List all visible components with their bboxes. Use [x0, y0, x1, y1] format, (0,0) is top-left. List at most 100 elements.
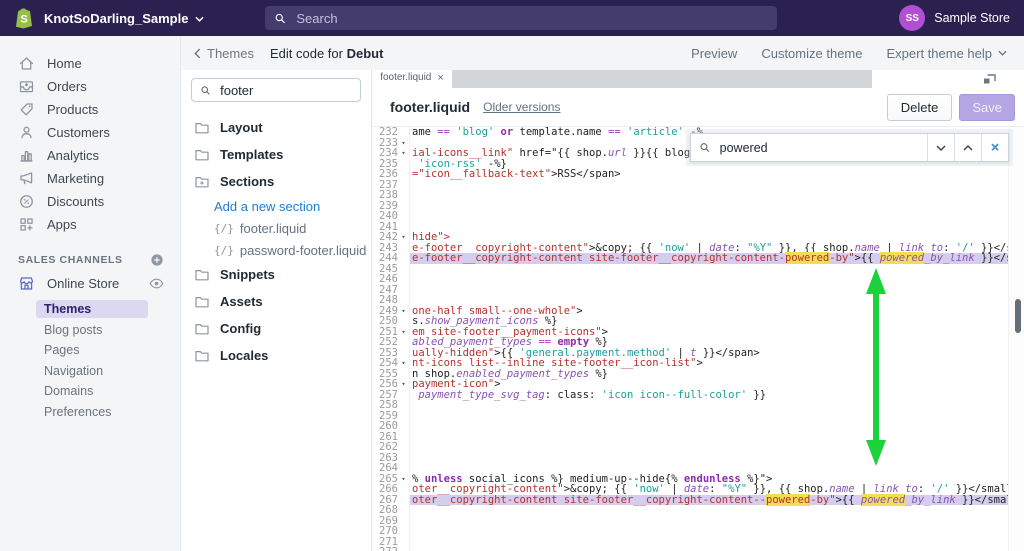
line-number: 254 [379, 357, 398, 369]
tab-footer-liquid[interactable]: footer.liquid × [372, 70, 452, 88]
code-line-270[interactable]: 270 [372, 526, 1024, 537]
fold-arrow-icon[interactable]: ▾ [398, 379, 410, 390]
folder-snippets[interactable]: Snippets [181, 261, 371, 288]
sidebar-item-label: Orders [47, 79, 87, 94]
expand-editor-button[interactable] [983, 73, 996, 85]
code-line-245[interactable]: 245 [372, 263, 1024, 274]
sidebar-item-navigation[interactable]: Navigation [36, 361, 170, 382]
code-line-261[interactable]: 261 [372, 431, 1024, 442]
global-search[interactable] [265, 6, 777, 30]
account-menu[interactable]: SS Sample Store [899, 5, 1010, 31]
save-button[interactable]: Save [959, 93, 1015, 121]
folder-templates[interactable]: Templates [181, 141, 371, 168]
fold-arrow-icon[interactable]: ▾ [398, 473, 410, 484]
code-line-259[interactable]: 259 [372, 410, 1024, 421]
older-versions-link[interactable]: Older versions [483, 100, 560, 114]
global-search-input[interactable] [294, 9, 768, 27]
folder-layout[interactable]: Layout [181, 114, 371, 141]
line-number: 272 [372, 547, 398, 551]
sidebar-item-orders[interactable]: Orders [0, 75, 180, 98]
code-line-260[interactable]: 260 [372, 421, 1024, 432]
expert-theme-help-link[interactable]: Expert theme help [886, 46, 1007, 61]
folder-assets[interactable]: Assets [181, 288, 371, 315]
breadcrumb: Themes Edit code for Debut [194, 46, 383, 61]
sidebar-item-themes[interactable]: Themes [36, 300, 148, 318]
code-line-237[interactable]: 237 [372, 179, 1024, 190]
code-line-244[interactable]: 244 e-footer__copyright-content site-foot… [372, 252, 1024, 264]
fold-arrow-icon[interactable]: ▾ [398, 137, 410, 148]
sidebar-item-marketing[interactable]: Marketing [0, 167, 180, 190]
orders-icon [18, 78, 35, 95]
find-input-wrap[interactable] [691, 134, 927, 161]
file-search-input[interactable] [218, 81, 352, 99]
analytics-icon [18, 147, 35, 164]
code-line-238[interactable]: 238 [372, 190, 1024, 201]
folder-locales[interactable]: Locales [181, 342, 371, 369]
fold-arrow-icon[interactable]: ▾ [398, 358, 410, 369]
fold-gutter [398, 400, 410, 411]
code-line-258[interactable]: 258 [372, 400, 1024, 411]
sidebar-item-online-store[interactable]: Online Store [0, 271, 180, 295]
sidebar-item-domains[interactable]: Domains [36, 381, 170, 402]
close-find-button[interactable]: × [981, 134, 1008, 161]
code-line-268[interactable]: 268 [372, 505, 1024, 516]
fold-gutter [398, 431, 410, 442]
store-switcher[interactable]: KnotSoDarling_Sample [44, 11, 205, 26]
find-input[interactable] [717, 139, 919, 156]
folder-config[interactable]: Config [181, 315, 371, 342]
back-to-themes-link[interactable]: Themes [194, 46, 254, 61]
customize-theme-link[interactable]: Customize theme [761, 46, 862, 61]
fold-arrow-icon[interactable]: ▾ [398, 326, 410, 337]
fold-gutter [398, 547, 410, 551]
file-password-footer-liquid[interactable]: {/} password-footer.liquid [181, 239, 371, 261]
sidebar-item-pages[interactable]: Pages [36, 340, 170, 361]
code-line-272[interactable]: 272 [372, 547, 1024, 551]
folder-sections[interactable]: Sections [181, 168, 371, 195]
close-tab-icon[interactable]: × [437, 72, 443, 84]
file-browser-panel: Layout Templates Sections Add a new section… [181, 70, 372, 551]
scrollbar-thumb[interactable] [1015, 299, 1021, 333]
code-line-246[interactable]: 246 [372, 274, 1024, 285]
code-line-267[interactable]: 267 oter__copyright-content site-footer__… [372, 493, 1024, 506]
code-line-239[interactable]: 239 [372, 200, 1024, 211]
code-line-257[interactable]: 257 payment_type_svg_tag: class: 'icon i… [372, 389, 1024, 400]
sidebar-item-preferences[interactable]: Preferences [36, 402, 170, 423]
folder-plus-icon [194, 174, 210, 190]
view-store-button[interactable] [149, 278, 164, 289]
line-number: 246 [379, 273, 398, 285]
scrollbar-track[interactable] [1008, 127, 1024, 551]
editor-tab-bar: footer.liquid × [372, 70, 1024, 88]
find-next-button[interactable] [927, 134, 954, 161]
find-prev-button[interactable] [954, 134, 981, 161]
delete-button[interactable]: Delete [886, 93, 953, 121]
sidebar-item-blog-posts[interactable]: Blog posts [36, 320, 170, 341]
preview-link[interactable]: Preview [691, 46, 737, 61]
code-area[interactable]: 232 ame == 'blog' or template.name == 'ar… [372, 127, 1024, 551]
chevron-down-icon [936, 144, 946, 151]
sidebar-item-products[interactable]: Products [0, 98, 180, 121]
sidebar-item-analytics[interactable]: Analytics [0, 144, 180, 167]
code-line-271[interactable]: 271 [372, 536, 1024, 547]
code-line-263[interactable]: 263 [372, 452, 1024, 463]
file-footer-liquid[interactable]: {/} footer.liquid [181, 217, 371, 239]
fold-gutter [398, 158, 410, 169]
add-new-section-link[interactable]: Add a new section [181, 195, 371, 217]
sidebar-item-discounts[interactable]: Discounts [0, 190, 180, 213]
code-line-262[interactable]: 262 [372, 442, 1024, 453]
fold-gutter [398, 515, 410, 526]
code-line-269[interactable]: 269 [372, 515, 1024, 526]
sidebar-item-customers[interactable]: Customers [0, 121, 180, 144]
add-sales-channel-button[interactable] [150, 253, 164, 267]
fold-arrow-icon[interactable]: ▾ [398, 305, 410, 316]
code-line-247[interactable]: 247 [372, 284, 1024, 295]
code-line-241[interactable]: 241 [372, 221, 1024, 232]
fold-arrow-icon[interactable]: ▾ [398, 148, 410, 159]
folder-label: Templates [220, 147, 284, 162]
sidebar-item-apps[interactable]: Apps [0, 213, 180, 236]
code-line-240[interactable]: 240 [372, 211, 1024, 222]
fold-gutter [398, 463, 410, 474]
file-search[interactable] [191, 78, 361, 102]
fold-arrow-icon[interactable]: ▾ [398, 232, 410, 243]
code-line-236[interactable]: 236 ="icon__fallback-text">RSS</span> [372, 169, 1024, 180]
sidebar-item-home[interactable]: Home [0, 52, 180, 75]
